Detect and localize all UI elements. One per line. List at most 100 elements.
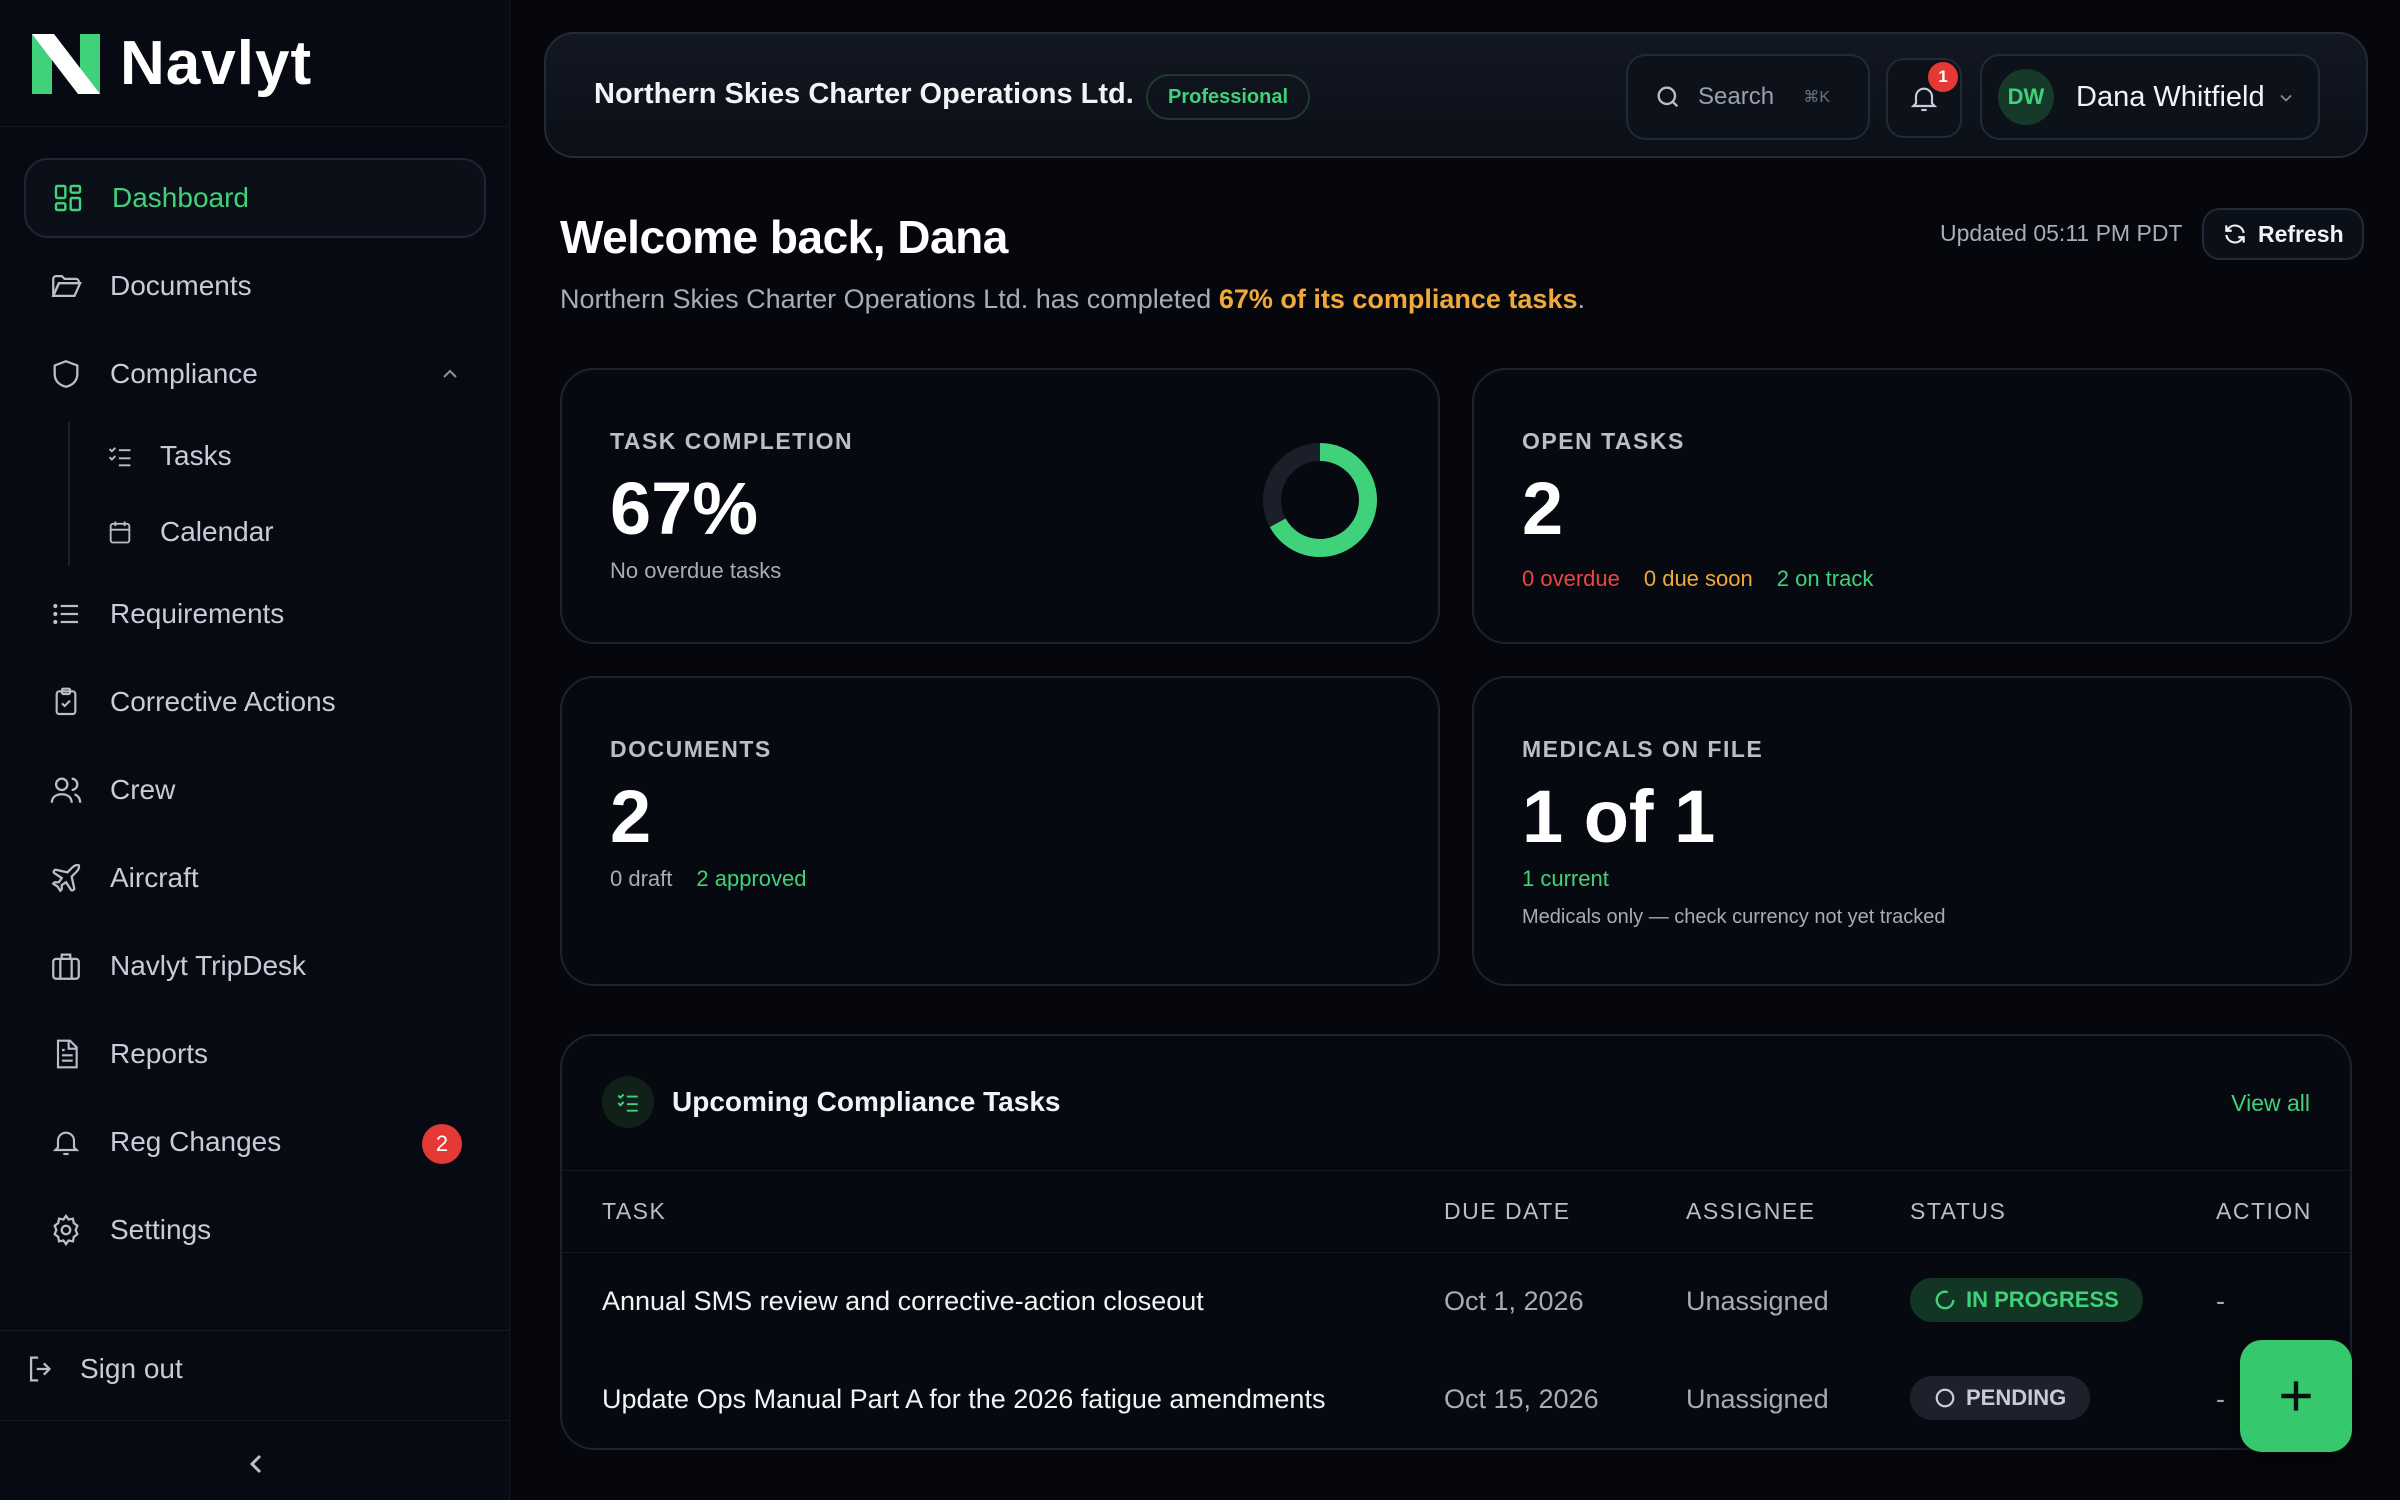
top-bar: Northern Skies Charter Operations Ltd. P… (544, 32, 2368, 158)
column-header-task[interactable]: TASK (602, 1198, 666, 1225)
search-button[interactable]: Search ⌘K (1626, 54, 1870, 140)
sidebar-item-aircraft[interactable]: Aircraft (24, 838, 486, 918)
draft-count: 0 draft (610, 866, 673, 891)
open-tasks-breakdown: 0 overdue 0 due soon 2 on track (1522, 566, 1873, 592)
notifications-button[interactable]: 1 (1886, 58, 1962, 138)
notifications-count-badge: 1 (1928, 62, 1958, 92)
organization-name: Northern Skies Charter Operations Ltd. (594, 78, 1134, 110)
column-header-status[interactable]: STATUS (1910, 1198, 2006, 1225)
task-due-date: Oct 15, 2026 (1444, 1384, 1599, 1414)
sidebar-item-crew[interactable]: Crew (24, 750, 486, 830)
welcome-subtitle: Northern Skies Charter Operations Ltd. h… (560, 284, 1585, 315)
folder-icon (48, 268, 84, 304)
due-soon-count: 0 due soon (1643, 566, 1753, 591)
sidebar-item-settings[interactable]: Settings (24, 1190, 486, 1270)
sidebar-item-reports[interactable]: Reports (24, 1014, 486, 1094)
add-button[interactable] (2240, 1340, 2352, 1452)
last-updated: Updated 05:11 PM PDT (1940, 220, 2183, 246)
status-label: PENDING (1966, 1385, 2067, 1410)
column-header-assignee[interactable]: ASSIGNEE (1686, 1198, 1816, 1225)
app-logo[interactable]: Navlyt (32, 28, 312, 99)
sidebar-item-label: Corrective Actions (110, 686, 336, 717)
task-due-date: Oct 1, 2026 (1444, 1286, 1584, 1316)
sidebar-item-label: Navlyt TripDesk (110, 950, 307, 981)
task-name[interactable]: Update Ops Manual Part A for the 2026 fa… (602, 1384, 1325, 1415)
search-placeholder: Search (1698, 83, 1775, 110)
collapse-sidebar-chevron-left-icon[interactable] (240, 1448, 272, 1480)
in-progress-icon (1935, 1290, 1955, 1310)
chevron-down-icon (2280, 94, 2292, 102)
sidebar-item-compliance[interactable]: Compliance (24, 334, 486, 414)
documents-breakdown: 0 draft 2 approved (610, 866, 806, 892)
chevron-up-icon[interactable] (438, 362, 462, 386)
navlyt-logo-icon (32, 33, 100, 94)
refresh-button[interactable]: Refresh (2202, 208, 2364, 260)
sidebar-item-label: Settings (110, 1214, 212, 1245)
divider (0, 1420, 509, 1421)
user-name: Dana Whitfield (2076, 80, 2265, 113)
sidebar-item-corrective-actions[interactable]: Corrective Actions (24, 662, 486, 742)
divider (0, 1330, 509, 1331)
checklist-icon (602, 1076, 654, 1128)
report-icon (48, 1036, 84, 1072)
card-subtext: No overdue tasks (610, 558, 782, 583)
on-track-count: 2 on track (1776, 566, 1874, 591)
sign-out-label: Sign out (80, 1353, 183, 1384)
sidebar-item-label: Reg Changes (110, 1126, 282, 1157)
status-badge: IN PROGRESS (1910, 1278, 2143, 1322)
sidebar-item-label: Compliance (110, 358, 258, 389)
sidebar: Navlyt Dashboard Documents Compliance Ta… (0, 0, 510, 1500)
briefcase-icon (48, 948, 84, 984)
sidebar-item-documents[interactable]: Documents (24, 246, 486, 326)
avatar: DW (1998, 69, 2054, 125)
task-name[interactable]: Annual SMS review and corrective-action … (602, 1286, 1204, 1317)
medicals-current: 1 current (1522, 866, 1609, 891)
panel-title: Upcoming Compliance Tasks (672, 1086, 1061, 1117)
approved-count: 2 approved (696, 866, 807, 891)
card-value: 2 (1522, 467, 1564, 550)
sidebar-item-label: Calendar (160, 516, 274, 547)
open-tasks-card: OPEN TASKS 2 0 overdue 0 due soon 2 on t… (1472, 368, 2352, 644)
task-assignee: Unassigned (1686, 1286, 1829, 1316)
welcome-sub-suffix: . (1577, 284, 1585, 314)
card-value: 2 (610, 775, 652, 858)
card-value: 67% (610, 467, 759, 550)
sidebar-item-label: Aircraft (110, 862, 199, 893)
task-action: - (2216, 1384, 2225, 1414)
sidebar-item-calendar[interactable]: Calendar (106, 498, 486, 566)
app-name: Navlyt (120, 29, 313, 98)
column-header-action: ACTION (2216, 1198, 2312, 1224)
clipboard-check-icon (48, 684, 84, 720)
card-title: TASK COMPLETION (610, 428, 854, 454)
divider (562, 1170, 2350, 1171)
search-shortcut: ⌘K (1803, 89, 1830, 106)
sidebar-item-reg-changes[interactable]: Reg Changes 2 (24, 1102, 486, 1182)
card-title: DOCUMENTS (610, 736, 772, 762)
task-assignee: Unassigned (1686, 1384, 1829, 1414)
divider (0, 126, 509, 127)
sidebar-item-label: Tasks (160, 440, 232, 471)
divider (562, 1252, 2350, 1253)
users-icon (48, 772, 84, 808)
plan-badge: Professional (1146, 74, 1311, 120)
upcoming-tasks-panel: Upcoming Compliance Tasks View all TASK … (560, 1034, 2352, 1450)
completion-donut-chart (1263, 443, 1377, 557)
plus-icon (2281, 1381, 2311, 1411)
documents-card: DOCUMENTS 2 0 draft 2 approved (560, 676, 1440, 986)
user-menu-button[interactable]: DW Dana Whitfield (1980, 54, 2320, 140)
overdue-count: 0 overdue (1522, 566, 1620, 591)
sidebar-item-label: Dashboard (112, 182, 249, 213)
sidebar-nav: Dashboard Documents Compliance Tasks Cal… (24, 158, 486, 1278)
sign-out-button[interactable]: Sign out (24, 1352, 183, 1386)
welcome-sub-prefix: Northern Skies Charter Operations Ltd. h… (560, 284, 1219, 314)
sidebar-item-dashboard[interactable]: Dashboard (24, 158, 486, 238)
sidebar-item-tripdesk[interactable]: Navlyt TripDesk (24, 926, 486, 1006)
column-header-due-date[interactable]: DUE DATE (1444, 1198, 1571, 1225)
dashboard-icon (50, 180, 86, 216)
status-label: IN PROGRESS (1966, 1287, 2119, 1312)
sidebar-item-requirements[interactable]: Requirements (24, 574, 486, 654)
sidebar-item-label: Reports (110, 1038, 209, 1069)
page-title: Welcome back, Dana (560, 211, 1008, 263)
sidebar-item-tasks[interactable]: Tasks (106, 422, 486, 490)
view-all-link[interactable]: View all (2231, 1090, 2310, 1117)
